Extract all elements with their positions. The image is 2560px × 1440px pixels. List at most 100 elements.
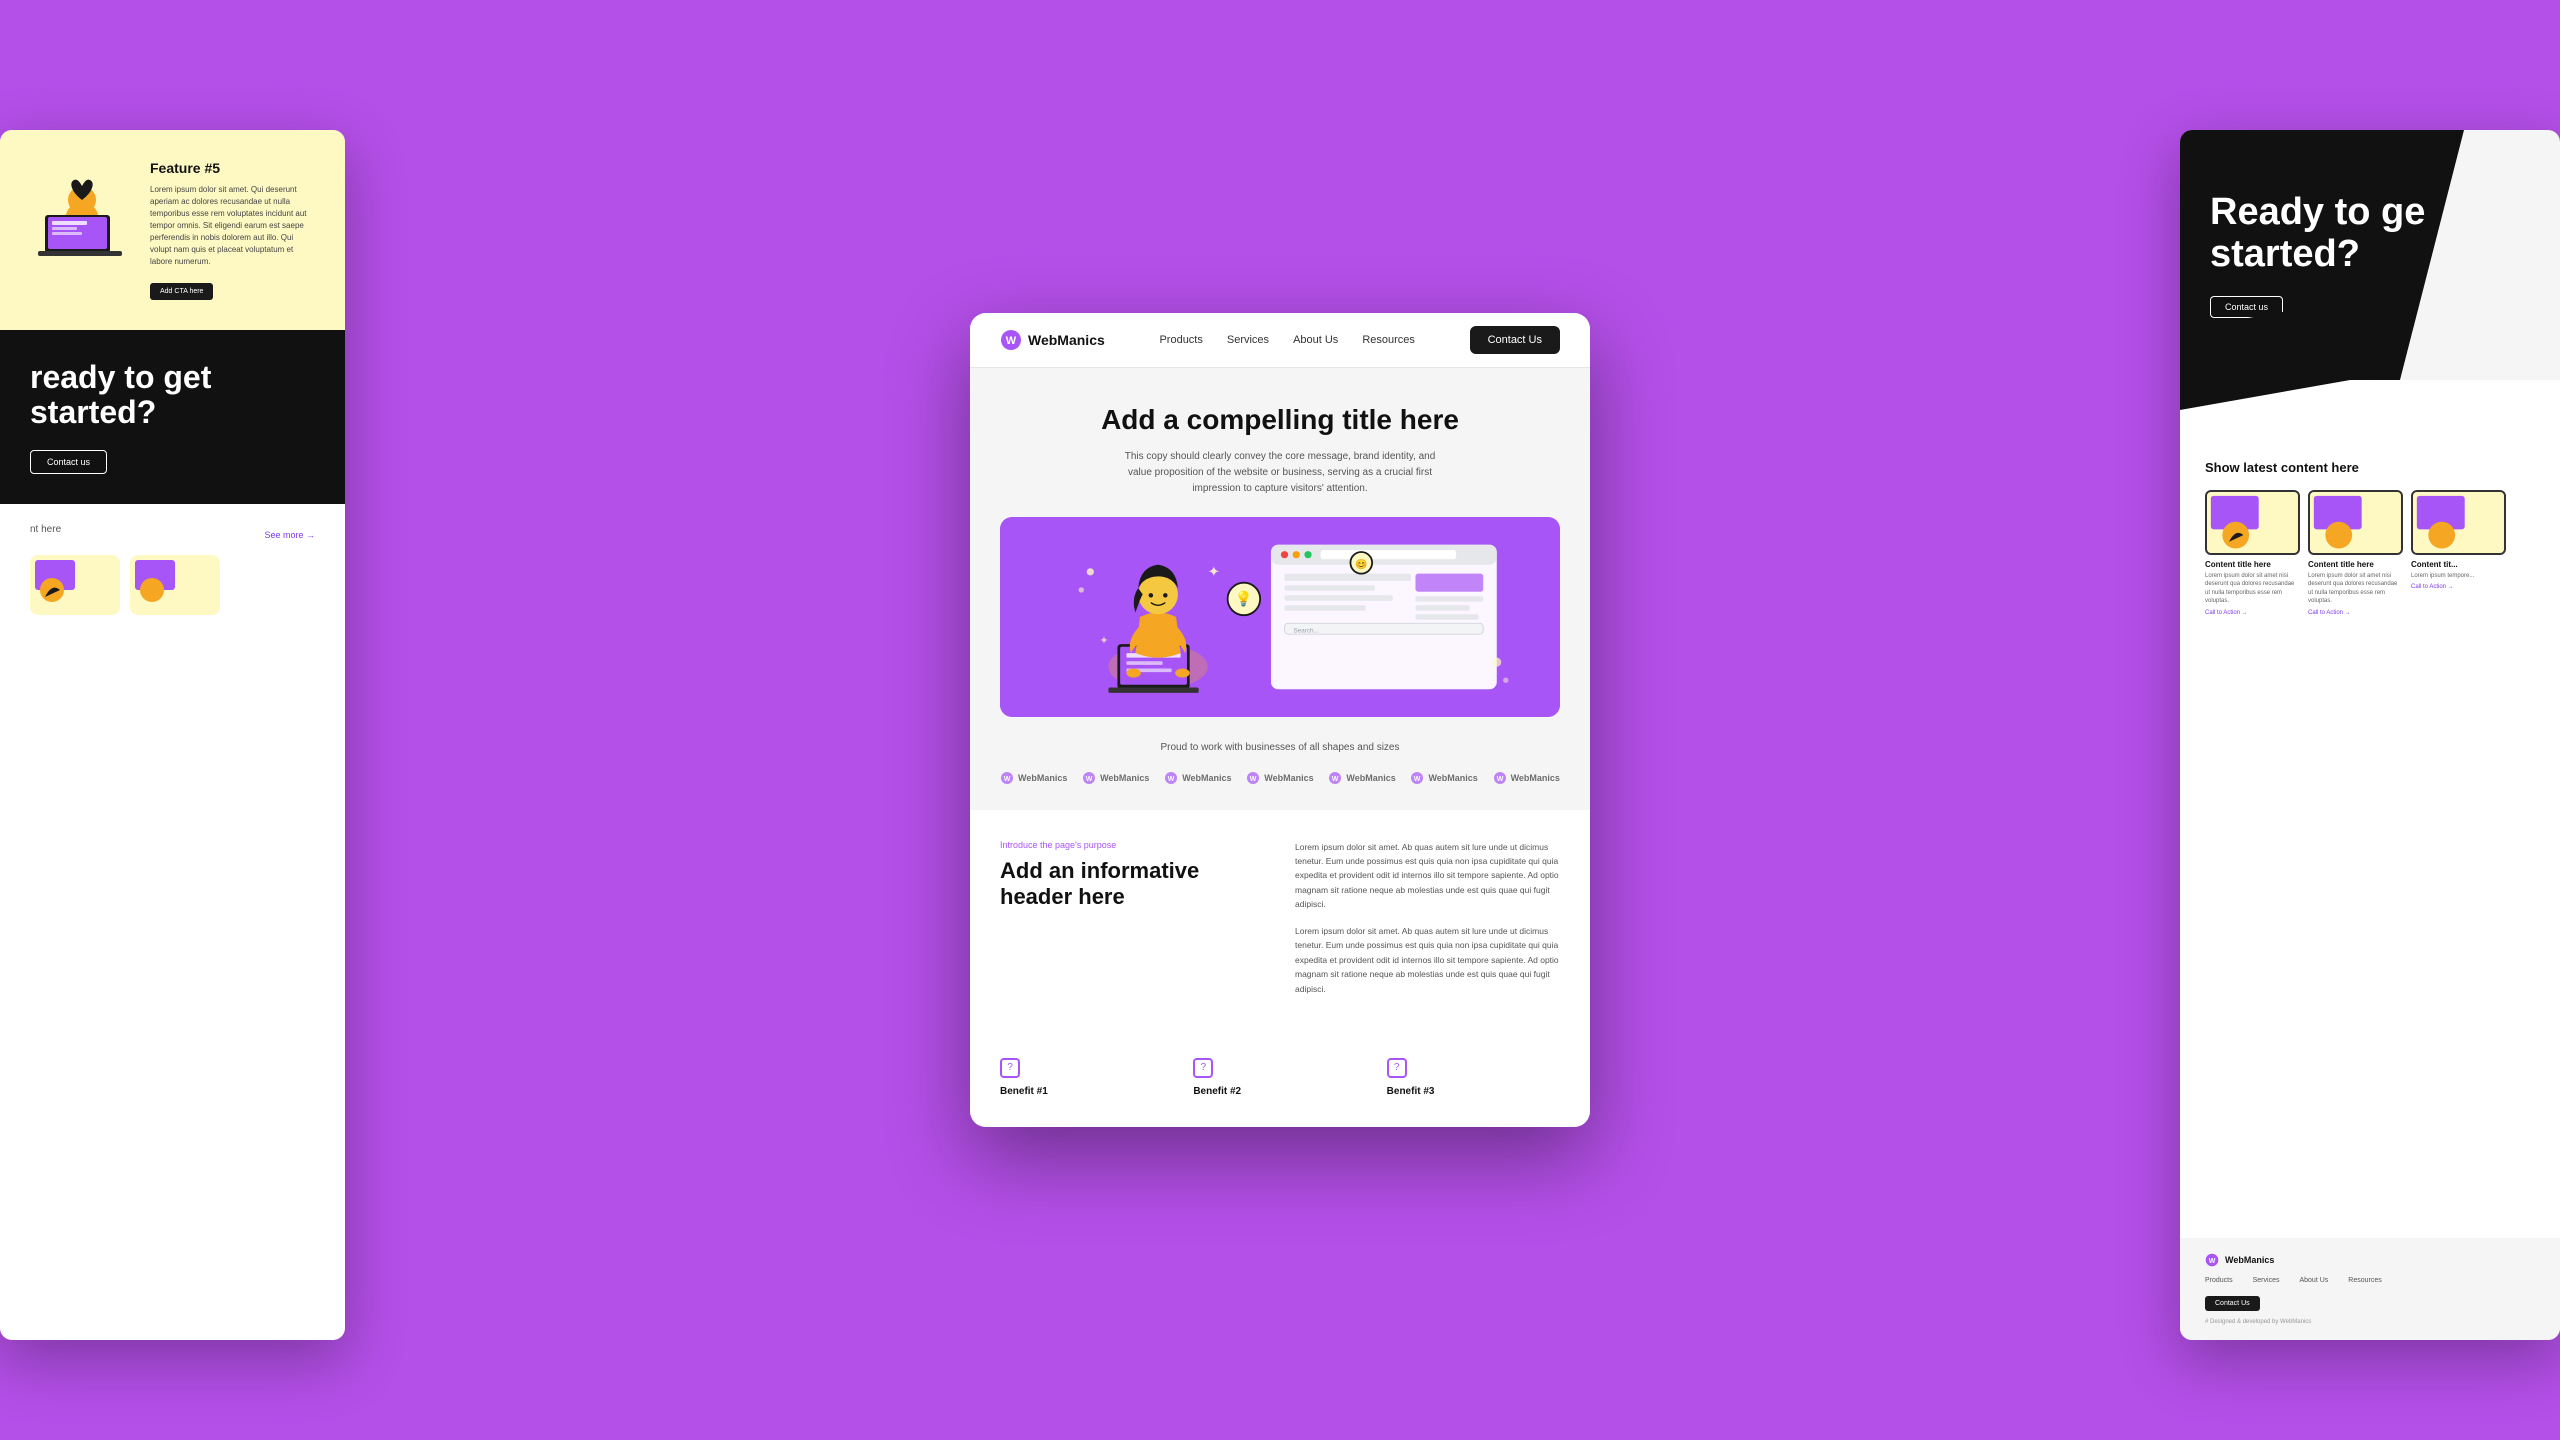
benefit-2: ? Benefit #2 <box>1193 1058 1366 1097</box>
svg-text:💡: 💡 <box>1235 589 1253 607</box>
benefit-2-icon: ? <box>1193 1058 1213 1078</box>
benefit-1-icon: ? <box>1000 1058 1020 1078</box>
main-panel: W WebManics Products Services About Us R… <box>970 313 1590 1127</box>
right-panel-cards: Content title here Lorem ipsum dolor sit… <box>2205 490 2535 616</box>
logo-2-icon: W <box>1082 771 1096 785</box>
logo-1-text: WebManics <box>1018 773 1067 783</box>
left-panel-cta-button[interactable]: Add CTA here <box>150 283 213 300</box>
right-panel-card-2: Content title here Lorem ipsum dolor sit… <box>2308 490 2403 616</box>
hero-image: Search... 💡 😊 <box>1000 517 1560 717</box>
right-panel-content-section: Show latest content here Content title h… <box>2180 440 2560 656</box>
svg-text:✦: ✦ <box>1208 564 1220 580</box>
navbar-logo-icon: W <box>1000 329 1022 351</box>
logo-5-icon: W <box>1328 771 1342 785</box>
footer-nav-services[interactable]: Services <box>2253 1277 2280 1284</box>
right-panel-footer-logo-icon: W <box>2205 1253 2219 1267</box>
logo-1-icon: W <box>1000 771 1014 785</box>
right-panel-footer-credit: # Designed & developed by WebManics <box>2205 1319 2535 1325</box>
logo-3-icon: W <box>1164 771 1178 785</box>
navbar-logo-text: WebManics <box>1028 332 1105 348</box>
left-panel-black-button[interactable]: Contact us <box>30 450 107 474</box>
navbar-nav: Products Services About Us Resources <box>1159 334 1414 346</box>
svg-text:W: W <box>1086 776 1093 783</box>
navbar-logo: W WebManics <box>1000 329 1105 351</box>
right-panel-card-1-info: Content title here Lorem ipsum dolor sit… <box>2205 560 2300 616</box>
nav-products[interactable]: Products <box>1159 334 1202 346</box>
benefit-3-icon: ? <box>1387 1058 1407 1078</box>
nav-about-us[interactable]: About Us <box>1293 334 1338 346</box>
svg-text:W: W <box>1004 776 1011 783</box>
nav-services[interactable]: Services <box>1227 334 1269 346</box>
logo-item-1: W WebManics <box>1000 771 1067 785</box>
right-panel-card-1-cta[interactable]: Call to Action → <box>2205 610 2300 616</box>
right-panel-black-button[interactable]: Contact us <box>2210 296 2283 318</box>
left-panel-illustration <box>30 160 130 260</box>
right-panel-card-3: Content tit... Lorem ipsum tempore... Ca… <box>2411 490 2506 616</box>
left-panel-see-more[interactable]: See more → <box>264 530 315 540</box>
features-body-2: Lorem ipsum dolor sit amet. Ab quas aute… <box>1295 924 1560 996</box>
logo-item-5: W WebManics <box>1328 771 1395 785</box>
right-panel-card-3-text: Lorem ipsum tempore... <box>2411 572 2506 580</box>
right-panel-card-1-title: Content title here <box>2205 560 2300 569</box>
benefit-1-title: Benefit #1 <box>1000 1086 1173 1097</box>
left-panel-feature-section: Feature #5 Lorem ipsum dolor sit amet. Q… <box>0 130 345 330</box>
logo-7-text: WebManics <box>1511 773 1560 783</box>
benefit-3-title: Benefit #3 <box>1387 1086 1560 1097</box>
right-panel-card-3-title: Content tit... <box>2411 560 2506 569</box>
right-panel-card-2-info: Content title here Lorem ipsum dolor sit… <box>2308 560 2403 616</box>
left-panel-feature-content: Feature #5 Lorem ipsum dolor sit amet. Q… <box>150 160 315 300</box>
features-intro-label: Introduce the page's purpose <box>1000 840 1265 850</box>
logo-item-6: W WebManics <box>1410 771 1477 785</box>
benefit-2-title: Benefit #2 <box>1193 1086 1366 1097</box>
right-panel-footer: W WebManics Products Services About Us R… <box>2180 1238 2560 1340</box>
benefit-3: ? Benefit #3 <box>1387 1058 1560 1097</box>
features-section: Introduce the page's purpose Add an info… <box>970 810 1590 1038</box>
right-panel-footer-nav: Products Services About Us Resources <box>2205 1277 2535 1284</box>
navbar: W WebManics Products Services About Us R… <box>970 313 1590 368</box>
right-panel-card-3-cta[interactable]: Call to Action → <box>2411 584 2506 590</box>
right-panel-card-2-cta[interactable]: Call to Action → <box>2308 610 2403 616</box>
left-panel-black-section: ready to get started? Contact us <box>0 330 345 504</box>
logo-item-4: W WebManics <box>1246 771 1313 785</box>
right-panel-footer-contact-button[interactable]: Contact Us <box>2205 1296 2260 1311</box>
footer-nav-resources[interactable]: Resources <box>2348 1277 2381 1284</box>
nav-resources[interactable]: Resources <box>1362 334 1415 346</box>
footer-nav-products[interactable]: Products <box>2205 1277 2233 1284</box>
navbar-contact-button[interactable]: Contact Us <box>1470 326 1560 354</box>
logos-tagline: Proud to work with businesses of all sha… <box>1000 742 1560 753</box>
left-panel-feature-title: Feature #5 <box>150 160 315 176</box>
svg-text:W: W <box>1332 776 1339 783</box>
right-panel-black-section: Ready to ge started? Contact us <box>2180 130 2560 380</box>
logo-item-3: W WebManics <box>1164 771 1231 785</box>
features-body-1: Lorem ipsum dolor sit amet. Ab quas aute… <box>1295 840 1560 912</box>
svg-text:W: W <box>1006 335 1017 347</box>
svg-text:Search...: Search... <box>1294 627 1320 634</box>
svg-text:😊: 😊 <box>1355 558 1367 570</box>
logo-5-text: WebManics <box>1346 773 1395 783</box>
logos-section: Proud to work with businesses of all sha… <box>970 717 1590 810</box>
right-panel-footer-logo-text: WebManics <box>2225 1255 2274 1265</box>
features-header: Add an informative header here <box>1000 858 1220 911</box>
left-panel-content-label: nt here <box>30 524 61 535</box>
left-panel-black-title: ready to get started? <box>30 360 315 430</box>
hero-subtitle: This copy should clearly convey the core… <box>1120 449 1440 497</box>
benefit-1: ? Benefit #1 <box>1000 1058 1173 1097</box>
logo-2-text: WebManics <box>1100 773 1149 783</box>
benefits-section: ? Benefit #1 ? Benefit #2 ? Benefit #3 <box>970 1038 1590 1127</box>
right-panel-card-1-text: Lorem ipsum dolor sit amet nisi deserunt… <box>2205 572 2300 606</box>
svg-text:✦: ✦ <box>1099 635 1108 647</box>
logo-7-icon: W <box>1493 771 1507 785</box>
footer-nav-about[interactable]: About Us <box>2299 1277 2328 1284</box>
logo-item-7: W WebManics <box>1493 771 1560 785</box>
logos-row: W WebManics W WebManics W WebManics <box>1000 771 1560 785</box>
svg-text:W: W <box>1250 776 1257 783</box>
right-panel-card-3-info: Content tit... Lorem ipsum tempore... Ca… <box>2411 560 2506 590</box>
right-panel-content-title: Show latest content here <box>2205 460 2535 475</box>
right-panel-card-2-title: Content title here <box>2308 560 2403 569</box>
logo-4-text: WebManics <box>1264 773 1313 783</box>
logo-6-icon: W <box>1410 771 1424 785</box>
hero-title: Add a compelling title here <box>1000 403 1560 437</box>
left-panel-card-2 <box>130 555 220 615</box>
svg-text:W: W <box>2209 1258 2216 1265</box>
features-layout: Introduce the page's purpose Add an info… <box>1000 840 1560 1008</box>
